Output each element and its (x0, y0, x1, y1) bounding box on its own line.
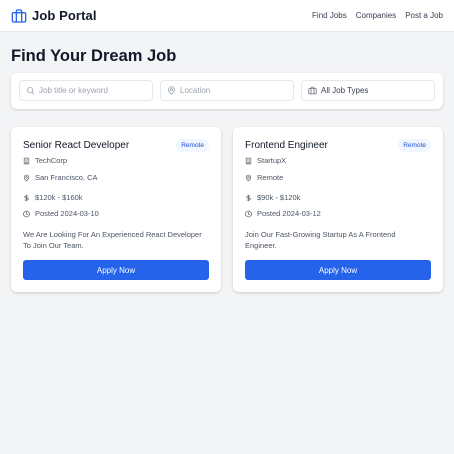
briefcase-icon (11, 8, 27, 24)
map-pin-icon (245, 174, 252, 181)
salary-row: $90k - $120k (245, 193, 300, 202)
posted-date: Posted 2024-03-12 (257, 209, 321, 218)
building-icon (245, 157, 252, 164)
dollar-icon (245, 194, 252, 201)
company-row: StartupX (245, 156, 286, 165)
location-row: San Francisco, CA (23, 173, 98, 182)
app-title: Job Portal (32, 8, 97, 23)
job-description: We Are Looking For An Experienced React … (23, 230, 202, 250)
job-type-select[interactable]: All Job Types (301, 80, 435, 101)
location-row: Remote (245, 173, 283, 182)
map-pin-icon (168, 86, 175, 95)
job-salary: $90k - $120k (257, 193, 301, 202)
job-salary: $120k - $160k (35, 193, 83, 202)
salary-row: $120k - $160k (23, 193, 83, 202)
clock-icon (245, 210, 252, 217)
job-type-badge: Remote (176, 139, 209, 152)
top-navbar: Job Portal Find Jobs Companies Post a Jo… (0, 0, 454, 32)
dollar-icon (23, 194, 30, 201)
apply-now-button[interactable]: Apply Now (23, 260, 209, 280)
nav-companies[interactable]: Companies (356, 11, 396, 20)
building-icon (23, 157, 30, 164)
job-location: Remote (257, 173, 284, 182)
posted-row: Posted 2024-03-10 (23, 209, 99, 218)
job-title[interactable]: Senior React Developer (23, 140, 129, 151)
keyword-input[interactable] (39, 86, 146, 95)
page-title: Find Your Dream Job (11, 47, 177, 65)
company-name: StartupX (257, 156, 287, 165)
map-pin-icon (23, 174, 30, 181)
job-location: San Francisco, CA (35, 173, 98, 182)
apply-now-button[interactable]: Apply Now (245, 260, 431, 280)
posted-row: Posted 2024-03-12 (245, 209, 321, 218)
company-row: TechCorp (23, 156, 67, 165)
briefcase-icon (308, 86, 317, 95)
location-input[interactable] (180, 86, 287, 95)
brand[interactable]: Job Portal (11, 8, 97, 24)
main-nav: Find Jobs Companies Post a Job (312, 11, 443, 20)
job-card: Frontend Engineer Remote StartupX Remote… (233, 127, 443, 292)
keyword-field[interactable] (19, 80, 153, 101)
company-name: TechCorp (35, 156, 68, 165)
posted-date: Posted 2024-03-10 (35, 209, 99, 218)
nav-find-jobs[interactable]: Find Jobs (312, 11, 347, 20)
clock-icon (23, 210, 30, 217)
job-type-badge: Remote (398, 139, 431, 152)
job-type-value: All Job Types (321, 86, 369, 95)
nav-post-a-job[interactable]: Post a Job (405, 11, 443, 20)
search-panel: All Job Types (11, 73, 443, 109)
location-field[interactable] (160, 80, 294, 101)
job-card: Senior React Developer Remote TechCorp S… (11, 127, 221, 292)
job-title[interactable]: Frontend Engineer (245, 140, 328, 151)
search-icon (27, 87, 35, 95)
job-description: Join Our Fast-Growing Startup As A Front… (245, 230, 396, 250)
